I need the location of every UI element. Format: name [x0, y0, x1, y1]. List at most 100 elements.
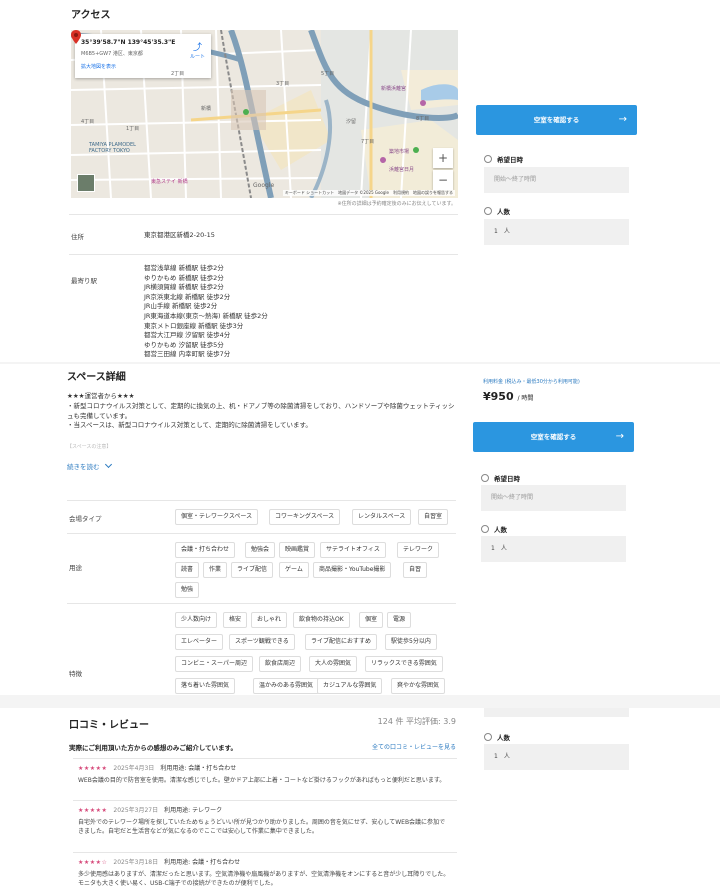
map-label: 8丁目	[416, 116, 430, 122]
map-layer-toggle[interactable]	[77, 174, 95, 192]
feature-tag[interactable]: 少人数向け	[175, 612, 218, 628]
feature-tag[interactable]: 落ち着いた雰囲気	[175, 678, 236, 694]
usage-label: 用途	[69, 564, 82, 572]
people-label: 人数	[484, 206, 510, 216]
feature-tag[interactable]: 電源	[387, 612, 412, 628]
feature-tag[interactable]: リラックスできる雰囲気	[365, 656, 443, 672]
booking-box-price: 利用料金 (税込み・最低30分から利用可能) ¥950 / 時間 空室を確認する…	[473, 364, 634, 584]
feature-tag[interactable]: 温かみのある雰囲気	[253, 678, 320, 694]
feature-tag[interactable]: 個室	[359, 612, 384, 628]
feature-tag[interactable]: 飲食店周辺	[259, 656, 302, 672]
check-availability-button[interactable]: 空室を確認する →	[473, 422, 634, 452]
map-footer[interactable]: キーボード ショートカット 地図データ ©2025 Google 利用規約 地図…	[282, 190, 455, 196]
reviews-summary: 124 件 平均評価: 3.9	[377, 717, 456, 726]
station-item: JR山手線 新橋駅 徒歩2分	[144, 302, 218, 311]
feature-tag[interactable]: 駅徒歩5分以内	[385, 634, 437, 650]
usage-tag[interactable]: 作業	[203, 562, 228, 578]
feature-tag[interactable]: スポーツ観戦できる	[229, 634, 295, 650]
feature-tag[interactable]: カジュアルな雰囲気	[317, 678, 383, 694]
zoom-in-button[interactable]: +	[433, 148, 453, 168]
rating-stars: ★★★★☆	[78, 859, 108, 866]
usage-tag[interactable]: 映画鑑賞	[279, 542, 316, 558]
feature-row: 特徴 少人数向け 格安 おしゃれ 飲食物の持込OK 個室 電源 エレベーター ス…	[67, 603, 456, 695]
usage-tag[interactable]: サテライトオフィス	[320, 542, 386, 558]
people-input[interactable]: 1 人	[484, 219, 629, 245]
address-label: 住所	[71, 233, 84, 241]
price-value: ¥950 / 時間	[483, 390, 534, 403]
people-input[interactable]: 1 人	[484, 744, 629, 770]
map-label: 汐留	[346, 119, 357, 125]
person-icon	[481, 525, 489, 533]
feature-tag[interactable]: 飲食物の持込OK	[293, 612, 350, 628]
usage-tag[interactable]: 商品撮影・YouTube撮影	[313, 562, 392, 578]
access-section: アクセス 35°39'58.7"N 139°45'35.3"E M6B5+GW7…	[61, 0, 464, 362]
map-label: 東急ステイ 新橋	[151, 179, 188, 185]
feature-tag[interactable]: コンビニ・スーパー周辺	[175, 656, 253, 672]
map-label: 2丁目	[171, 71, 185, 77]
feature-tag[interactable]: 爽やかな雰囲気	[391, 678, 446, 694]
review-meta: ★★★★★ 2025年3月27日 利用用途: テレワーク	[78, 805, 222, 814]
feature-tag[interactable]: おしゃれ	[251, 612, 288, 628]
map[interactable]: 35°39'58.7"N 139°45'35.3"E M6B5+GW7 港区、東…	[71, 30, 458, 198]
venue-type-tag[interactable]: コワーキングスペース	[269, 509, 341, 525]
map-coordinates: 35°39'58.7"N 139°45'35.3"E	[81, 39, 176, 46]
station-item: 都営三田線 内幸町駅 徒歩7分	[144, 350, 231, 359]
station-list: 都営浅草線 新橋駅 徒歩2分 ゆりかもめ 新橋駅 徒歩2分 JR横須賀線 新橋駅…	[144, 264, 268, 360]
station-row: 最寄り駅 都営浅草線 新橋駅 徒歩2分 ゆりかもめ 新橋駅 徒歩2分 JR横須賀…	[69, 254, 458, 362]
date-label: 希望日時	[481, 473, 520, 483]
see-all-reviews-link[interactable]: 全ての口コミ・レビューを見る	[372, 742, 456, 751]
review-item: ★★★★★ 2025年3月27日 利用用途: テレワーク 自宅外でのテレワーク場所を…	[73, 800, 457, 852]
feature-tag[interactable]: ライブ配信におすすめ	[305, 634, 378, 650]
address-row: 住所 東京都港区新橋2-20-15	[69, 214, 458, 254]
people-input[interactable]: 1 人	[481, 536, 626, 562]
map-address: M6B5+GW7 港区、東京都	[81, 51, 143, 57]
feature-tag[interactable]: エレベーター	[175, 634, 224, 650]
map-route-button[interactable]: ⤴ ルート	[190, 40, 205, 60]
venue-type-label: 会場タイプ	[69, 515, 102, 523]
people-label: 人数	[481, 524, 507, 534]
map-route-label: ルート	[189, 54, 205, 60]
usage-tag[interactable]: 勉強会	[245, 542, 276, 558]
map-label: 5丁目	[321, 71, 335, 77]
usage-tag[interactable]: 勉強	[175, 582, 200, 598]
map-label: TAMIYA PLAMODEL FACTORY TOKYO	[89, 142, 136, 154]
station-item: 都営浅草線 新橋駅 徒歩2分	[144, 264, 224, 272]
date-input[interactable]: 開始〜終了時間	[481, 485, 626, 511]
person-icon	[484, 207, 492, 215]
review-text: WEB会議の目的で防音室を使用。清潔な感じでした。壁かドア上部に上着・コートなど…	[78, 777, 446, 784]
map-label: 新橋浜離宮	[381, 86, 407, 92]
page-gap-2	[0, 695, 720, 708]
usage-tag[interactable]: ライブ配信	[231, 562, 274, 578]
chevron-down-icon	[104, 460, 112, 469]
usage-tag[interactable]: 読書	[175, 562, 200, 578]
review-date: 2025年3月27日	[113, 807, 159, 814]
reviews-intro: 実際にご利用頂いた方からの感想のみご紹介しています。	[69, 744, 238, 752]
usage-tag[interactable]: 会議・打ち合わせ	[175, 542, 236, 558]
station-item: ゆりかもめ 新橋駅 徒歩2分	[144, 273, 224, 282]
date-input[interactable]	[484, 708, 629, 717]
usage-tag[interactable]: 自習	[403, 562, 428, 578]
usage-tag[interactable]: テレワーク	[397, 542, 440, 558]
venue-type-tag[interactable]: 個室・テレワークスペース	[175, 509, 259, 525]
read-more-link[interactable]: 続きを読む	[67, 460, 112, 471]
usage-tag[interactable]: ゲーム	[279, 562, 309, 578]
venue-type-tag[interactable]: 自習室	[418, 509, 449, 525]
zoom-out-button[interactable]: −	[433, 170, 453, 190]
review-usage: 利用用途: テレワーク	[164, 807, 223, 814]
detail-faded-text: 【スペースの注意】	[67, 444, 112, 450]
map-label: 新橋	[201, 106, 212, 112]
arrow-right-icon: →	[618, 114, 627, 125]
booking-box-partial: 人数 1 人	[476, 708, 637, 786]
date-input[interactable]: 開始〜終了時間	[484, 167, 629, 193]
reviews-section: 口コミ・レビュー 124 件 平均評価: 3.9 実際にご利用頂いた方からの感想…	[61, 708, 464, 894]
feature-tag[interactable]: 大人の雰囲気	[309, 656, 358, 672]
review-item: ★★★★★ 2025年4月3日 利用用途: 会議・打ち合わせ WEB会議の目的で防音…	[73, 758, 457, 800]
date-label: 希望日時	[484, 154, 523, 164]
feature-tag[interactable]: 格安	[223, 612, 248, 628]
station-label: 最寄り駅	[71, 277, 97, 285]
station-item: JR横須賀線 新橋駅 徒歩2分	[144, 283, 224, 292]
map-label: 3丁目	[276, 81, 290, 87]
check-availability-button[interactable]: 空室を確認する →	[476, 105, 637, 135]
venue-type-tag[interactable]: レンタルスペース	[352, 509, 412, 525]
map-enlarge-link[interactable]: 拡大地図を表示	[81, 63, 205, 70]
